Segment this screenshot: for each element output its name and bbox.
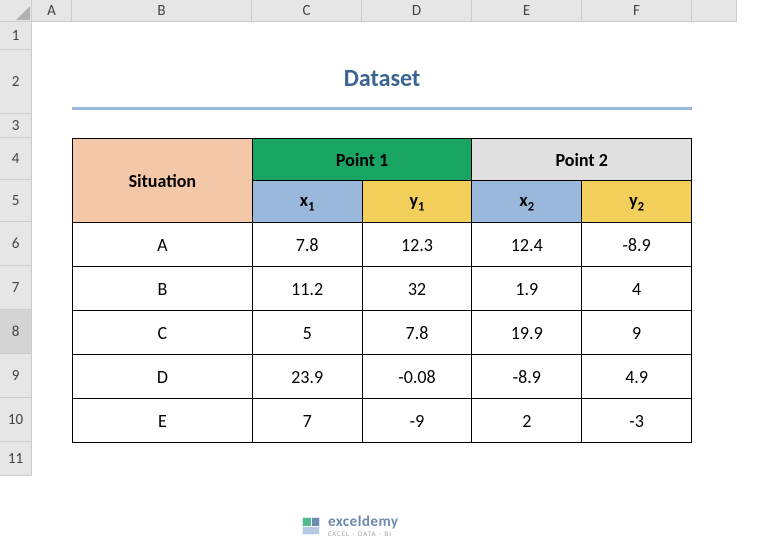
row-header-4[interactable]: 4 (0, 138, 32, 180)
cell-y2[interactable]: 4.9 (582, 355, 692, 399)
cell-situation[interactable]: A (73, 223, 253, 267)
row-header-1[interactable]: 1 (0, 22, 32, 50)
cell-situation[interactable]: C (73, 311, 253, 355)
cell-x2[interactable]: 2 (472, 399, 582, 443)
header-y2[interactable]: y2 (582, 181, 692, 223)
row-header-7[interactable]: 7 (0, 266, 32, 310)
col-header-e[interactable]: E (472, 0, 582, 22)
cell-situation[interactable]: E (73, 399, 253, 443)
table-row: A 7.8 12.3 12.4 -8.9 (73, 223, 692, 267)
header-point2[interactable]: Point 2 (472, 139, 692, 181)
row-header-2[interactable]: 2 (0, 50, 32, 114)
table-row: E 7 -9 2 -3 (73, 399, 692, 443)
row-header-5[interactable]: 5 (0, 180, 32, 222)
sheet-title: Dataset (72, 50, 692, 110)
cell-x2[interactable]: 12.4 (472, 223, 582, 267)
col-header-d[interactable]: D (362, 0, 472, 22)
cell-y2[interactable]: -8.9 (582, 223, 692, 267)
cell-y1[interactable]: 12.3 (362, 223, 472, 267)
header-point1[interactable]: Point 1 (252, 139, 472, 181)
header-situation[interactable]: Situation (73, 139, 253, 223)
cell-x2[interactable]: 1.9 (472, 267, 582, 311)
cell-x2[interactable]: 19.9 (472, 311, 582, 355)
watermark-tag: EXCEL · DATA · BI (328, 530, 399, 537)
header-x2[interactable]: x2 (472, 181, 582, 223)
cell-x1[interactable]: 7.8 (252, 223, 362, 267)
header-y1[interactable]: y1 (362, 181, 472, 223)
cell-y1[interactable]: 7.8 (362, 311, 472, 355)
cell-y2[interactable]: -3 (582, 399, 692, 443)
col-header-c[interactable]: C (252, 0, 362, 22)
cell-y2[interactable]: 4 (582, 267, 692, 311)
col-header-f[interactable]: F (582, 0, 692, 22)
watermark-brand: exceldemy (328, 515, 399, 530)
row-header-6[interactable]: 6 (0, 222, 32, 266)
row-header-8[interactable]: 8 (0, 310, 32, 354)
row-header-11[interactable]: 11 (0, 442, 32, 476)
row-header-10[interactable]: 10 (0, 398, 32, 442)
cell-x1[interactable]: 23.9 (252, 355, 362, 399)
cell-y2[interactable]: 9 (582, 311, 692, 355)
col-header-a[interactable]: A (32, 0, 72, 22)
exceldemy-icon (300, 515, 322, 537)
row-header-9[interactable]: 9 (0, 354, 32, 398)
cell-situation[interactable]: D (73, 355, 253, 399)
cell-x1[interactable]: 5 (252, 311, 362, 355)
table-row: D 23.9 -0.08 -8.9 4.9 (73, 355, 692, 399)
select-all-corner[interactable] (0, 0, 32, 22)
cell-x1[interactable]: 7 (252, 399, 362, 443)
cell-y1[interactable]: 32 (362, 267, 472, 311)
table-row: C 5 7.8 19.9 9 (73, 311, 692, 355)
header-x1[interactable]: x1 (252, 181, 362, 223)
table-row: B 11.2 32 1.9 4 (73, 267, 692, 311)
cell-x1[interactable]: 11.2 (252, 267, 362, 311)
row-header-3[interactable]: 3 (0, 114, 32, 138)
col-header-b[interactable]: B (72, 0, 252, 22)
cell-y1[interactable]: -0.08 (362, 355, 472, 399)
spreadsheet-grid: A B C D E F 1 2 3 4 5 6 7 8 9 10 11 Data… (0, 0, 767, 476)
col-header-blank[interactable] (692, 0, 737, 22)
data-table: Situation Point 1 Point 2 x1 y1 x2 y2 A … (72, 138, 692, 443)
cell-y1[interactable]: -9 (362, 399, 472, 443)
watermark: exceldemy EXCEL · DATA · BI (300, 515, 399, 537)
cell-x2[interactable]: -8.9 (472, 355, 582, 399)
cell-situation[interactable]: B (73, 267, 253, 311)
